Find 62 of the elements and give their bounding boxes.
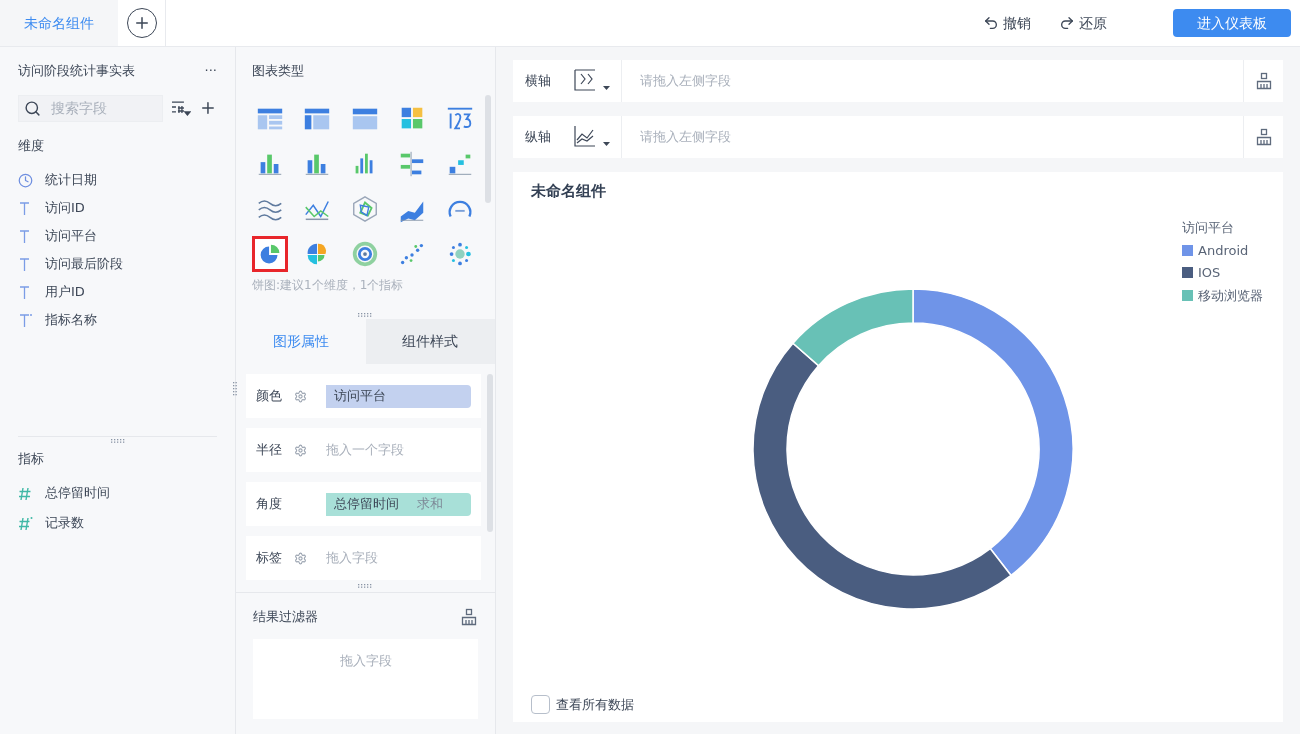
drag-handle-icon[interactable] (358, 584, 372, 588)
property-label: 半径 (256, 441, 283, 460)
measure-field[interactable]: 记录数 (18, 512, 217, 534)
settings-icon[interactable] (294, 551, 307, 565)
drag-handle-icon[interactable] (358, 313, 372, 317)
field-chip[interactable]: 总停留时间 求和 (326, 492, 471, 516)
drop-placeholder: 拖入字段 (326, 549, 378, 568)
property-label: 标签 (256, 549, 283, 568)
property-tab[interactable]: 组件样式 (365, 319, 495, 364)
legend-title: 访问平台 (1182, 219, 1235, 237)
sort-filter-icon[interactable] (171, 99, 192, 117)
dimension-field[interactable]: 用户ID (18, 281, 217, 303)
panel-title: 结果过滤器 (253, 608, 318, 626)
checkbox-label: 查看所有数据 (556, 695, 634, 714)
undo-icon (983, 15, 999, 31)
legend-label: Android (1198, 241, 1249, 260)
axis-type-dropdown-icon[interactable] (573, 68, 613, 94)
clock-icon (18, 172, 33, 188)
measure-field[interactable]: 总停留时间 (18, 482, 217, 504)
dimension-field[interactable]: 指标名称 (18, 309, 217, 331)
widget-title: 未命名组件 (531, 181, 607, 202)
dimension-field[interactable]: 统计日期 (18, 169, 217, 191)
chart-hint: 饼图:建议1个维度，1个指标 (252, 276, 405, 294)
section-title: 维度 (18, 136, 45, 155)
property-drop-field[interactable]: 颜色 访问平台 (246, 374, 481, 418)
axis-label: 纵轴 (524, 128, 552, 147)
dimension-field[interactable]: 访问最后阶段 (18, 253, 217, 275)
property-drop-field[interactable]: 角度 总停留时间 求和 (246, 482, 481, 526)
undo-button[interactable]: 撤销 (983, 12, 1031, 34)
axis-label: 横轴 (524, 72, 552, 91)
clear-icon[interactable] (1254, 128, 1273, 146)
drag-handle-icon[interactable] (233, 382, 237, 396)
dimension-field[interactable]: 访问平台 (18, 225, 217, 247)
scrollbar[interactable] (487, 374, 493, 532)
scrollbar[interactable] (485, 95, 491, 203)
settings-icon[interactable] (294, 389, 307, 403)
settings-icon[interactable] (294, 443, 307, 457)
redo-button[interactable]: 还原 (1059, 12, 1107, 34)
property-label: 角度 (256, 495, 283, 514)
number-type-icon (18, 485, 33, 501)
legend-label: 移动浏览器 (1198, 286, 1263, 305)
clear-icon[interactable] (1254, 72, 1273, 90)
calculated-number-icon (18, 515, 33, 531)
property-drop-field[interactable]: 标签 拖入字段 (246, 536, 481, 580)
search-icon (24, 99, 41, 117)
chart-type-button[interactable] (252, 235, 288, 272)
more-button[interactable]: ··· (204, 64, 217, 78)
property-label: 颜色 (256, 387, 283, 406)
axis-type-dropdown-icon[interactable] (573, 124, 613, 150)
dimension-field[interactable]: 访问ID (18, 197, 217, 219)
drag-handle-icon[interactable] (110, 438, 125, 443)
legend-label: IOS (1198, 264, 1221, 282)
redo-icon (1059, 15, 1075, 31)
dataset-title: 访问阶段统计事实表 (18, 62, 135, 80)
checkbox[interactable] (531, 694, 550, 714)
field-chip[interactable]: 访问平台 (326, 384, 471, 408)
calculated-text-icon (18, 312, 33, 328)
search-field[interactable]: 搜索字段 (18, 94, 164, 122)
section-title: 指标 (18, 449, 45, 468)
panel-title: 图表类型 (252, 62, 305, 80)
clear-icon[interactable] (460, 607, 478, 626)
add-icon[interactable] (199, 99, 217, 117)
